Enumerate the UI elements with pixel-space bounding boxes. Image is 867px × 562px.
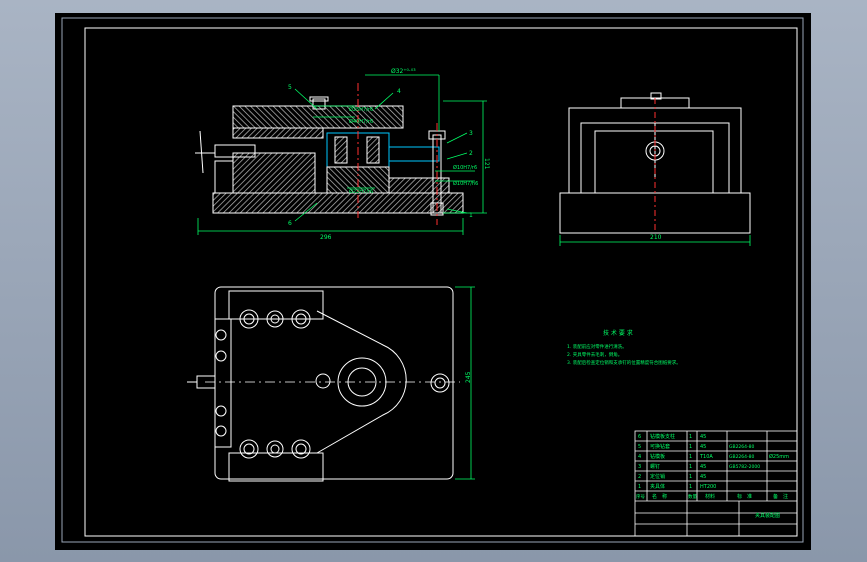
bom-table: 6 钻模板支柱 1 45 5 可换钻套 1 45 GB2264-80 4 钻模板… [636,433,789,519]
fit-2: Ø40H7/r6 [349,118,373,125]
bom-row-6-name: 钻模板支柱 [650,433,675,440]
bom-header-mat: 材料 [705,493,715,500]
bom-row-4-qty: 1 [689,454,692,460]
dim-top: Ø32⁺⁰·⁰³ [391,68,416,75]
callout-6: 6 [288,220,292,227]
bom-row-5-mat: 45 [700,444,706,450]
bom-row-2-qty: 1 [689,474,692,480]
bom-row-5-std: GB2264-80 [729,444,755,450]
front-view[interactable] [195,83,464,225]
bom-header-note: 备 注 [773,493,788,500]
dim-width: 296 [320,234,332,241]
tech-req-title: 技 术 要 求 [603,329,633,337]
cad-viewport[interactable]: 5 4 3 2 1 6 Ø32⁺⁰·⁰³ 296 121 Ø25H7/r6 Ø4… [55,13,811,550]
bom-row-4-note: Ø25mm [769,453,789,460]
side-dim-width: 210 [650,234,662,241]
callout-4: 4 [397,88,401,95]
callout-2: 2 [469,150,473,157]
tech-req-item: 2. 夹具零件去毛刺，倒角。 [567,351,622,358]
callout-3: 3 [469,130,473,137]
bom-row-2-name: 定位销 [650,473,665,480]
bom-row-3-name: 螺钉 [650,463,660,470]
bom-header-name: 名 称 [652,493,667,500]
tech-req-item: 1. 装配前应对零件进行清洗。 [567,343,627,350]
bom-row-1-qty: 1 [689,484,692,490]
bom-header-qty: 数量 [688,493,697,500]
bom-row-3-no: 3 [638,464,641,470]
bom-row-3-mat: 45 [700,464,706,470]
fit-5: Ø10H7/h6 [453,180,478,187]
tech-req-item: 3. 装配后检查定位销和支承钉的位置精度符合图纸要求。 [567,359,681,366]
bom-row-3-qty: 1 [689,464,692,470]
bom-row-4-mat: T10A [699,454,713,460]
callout-5: 5 [288,84,292,91]
bom-row-4-std: GB2264-80 [729,454,755,460]
bom-row-6-qty: 1 [689,434,692,440]
bom-row-2-no: 2 [638,474,641,480]
bom-row-5-no: 5 [638,444,641,450]
drawing-canvas: 5 4 3 2 1 6 Ø32⁺⁰·⁰³ 296 121 Ø25H7/r6 Ø4… [61,17,804,543]
bom-row-5-qty: 1 [689,444,692,450]
fit-4: Ø10H7/r6 [453,164,477,171]
tech-requirements: 技 术 要 求 1. 装配前应对零件进行清洗。 2. 夹具零件去毛刺，倒角。 3… [567,329,681,366]
bom-row-1-no: 1 [638,484,641,490]
bom-row-6-mat: 45 [700,434,706,440]
fit-1: Ø25H7/r6 [349,106,373,113]
bom-row-4-name: 钻模板 [650,453,665,460]
callout-1: 1 [469,212,473,219]
top-dim-height: 245 [465,371,472,383]
bom-row-6-no: 6 [638,434,641,440]
dim-height: 121 [483,158,490,170]
bom-row-1-name: 夹具体 [650,483,665,490]
fit-3: Ø22H7/r6 [349,188,373,195]
side-view[interactable] [559,92,751,234]
bom-row-1-mat: HT200 [700,484,716,490]
top-view[interactable] [187,286,454,482]
bom-header-std: 标 准 [737,493,752,500]
drawing-name: 夹具装配图 [755,512,780,519]
bom-row-3-std: GB5782-2000 [729,464,760,470]
bom-row-4-no: 4 [638,454,641,460]
bom-row-2-mat: 45 [700,474,706,480]
bom-header-no: 序号 [636,493,645,500]
bom-row-5-name: 可换钻套 [650,443,670,450]
